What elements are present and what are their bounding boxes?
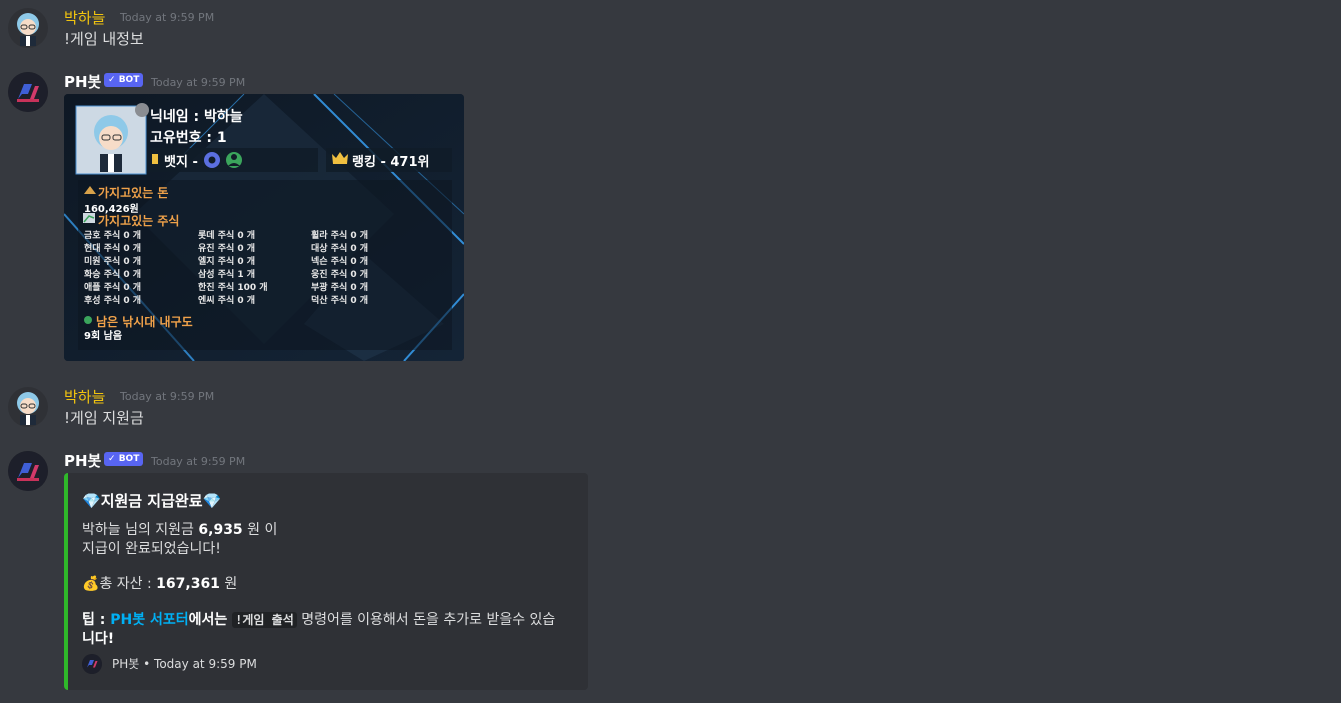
stock-item: 한진 주식 100 개 [198,283,268,293]
message-timestamp: Today at 9:59 PM [120,390,215,403]
stock-item: 덕산 주식 0 개 [311,296,369,306]
stock-item: 미원 주식 0 개 [84,257,142,267]
card-badge: 뱃지 - [164,155,198,170]
stock-item: 엔씨 주식 0 개 [198,296,256,306]
bot-avatar[interactable] [8,451,48,491]
stock-item: 넥슨 주식 0 개 [311,257,369,267]
card-money-label: 가지고있는 돈 [98,186,169,200]
embed-line-tip: 팁 : PH봇 서포터에서는 !게임 출석 명령어를 이용해서 돈을 추가로 받… [82,612,556,628]
message-author[interactable]: 박하늘 [64,386,105,407]
stock-item: 엘지 주식 0 개 [198,257,256,267]
stock-item: 유진 주식 0 개 [198,244,256,254]
stock-item: 금호 주식 0 개 [84,231,142,241]
bot-tag: ✓ BOT [104,452,144,466]
card-nickname: 닉네임 : 박하늘 [150,109,243,125]
message-author[interactable]: PH봇 [64,71,101,92]
embed-line-total: 💰총 자산 : 167,361 원 [82,576,238,592]
user-avatar[interactable] [8,387,48,427]
embed-line-tip-end: 니다! [82,631,115,647]
stock-item: 현대 주식 0 개 [84,244,142,254]
supporter-link[interactable]: PH봇 서포터 [110,612,188,628]
stock-item: 후성 주식 0 개 [84,296,142,306]
embed-line-complete: 지급이 완료되었습니다! [82,541,221,557]
embed-line-amount: 박하늘 님의 지원금 6,935 원 이 [82,522,278,538]
user-avatar[interactable] [8,8,48,48]
stock-item: 부광 주식 0 개 [311,283,369,293]
stock-item: 롯데 주식 0 개 [198,231,256,241]
embed-title: 💎지원금 지급완료💎 [82,492,222,510]
bot-avatar[interactable] [8,72,48,112]
message-text: !게임 내정보 [64,30,144,48]
message-timestamp: Today at 9:59 PM [151,455,246,468]
embed: 💎지원금 지급완료💎 박하늘 님의 지원금 6,935 원 이 지급이 완료되었… [64,473,588,690]
stock-item: 웅진 주식 0 개 [311,270,369,280]
card-unique-id: 고유번호 : 1 [150,130,227,146]
stock-item: 애플 주식 0 개 [84,283,142,293]
profile-image[interactable]: 닉네임 : 박하늘 고유번호 : 1 뱃지 - 랭킹 - 471위 가지고있는 … [64,94,464,361]
stock-item: 휠라 주식 0 개 [311,231,369,241]
message-author[interactable]: 박하늘 [64,7,105,28]
message-timestamp: Today at 9:59 PM [120,11,215,24]
embed-footer: PH봇 • Today at 9:59 PM [112,657,257,671]
money-bag-icon: 💰 [82,576,100,592]
footer-bot-icon [82,654,102,674]
command-code: !게임 출석 [232,612,297,628]
message-text: !게임 지원금 [64,409,144,427]
gem-icon: 💎 [202,492,222,510]
gem-icon: 💎 [82,492,101,510]
message-author[interactable]: PH봇 [64,450,101,471]
card-ranking: 랭킹 - 471위 [352,155,430,170]
stock-item: 삼성 주식 1 개 [198,270,256,280]
card-stocks-label: 가지고있는 주식 [98,214,180,228]
message-timestamp: Today at 9:59 PM [151,76,246,89]
card-durability-value: 9회 남음 [84,331,123,342]
stock-item: 대상 주식 0 개 [311,244,369,254]
stock-item: 화승 주식 0 개 [84,270,142,280]
bot-tag: ✓ BOT [104,73,144,87]
